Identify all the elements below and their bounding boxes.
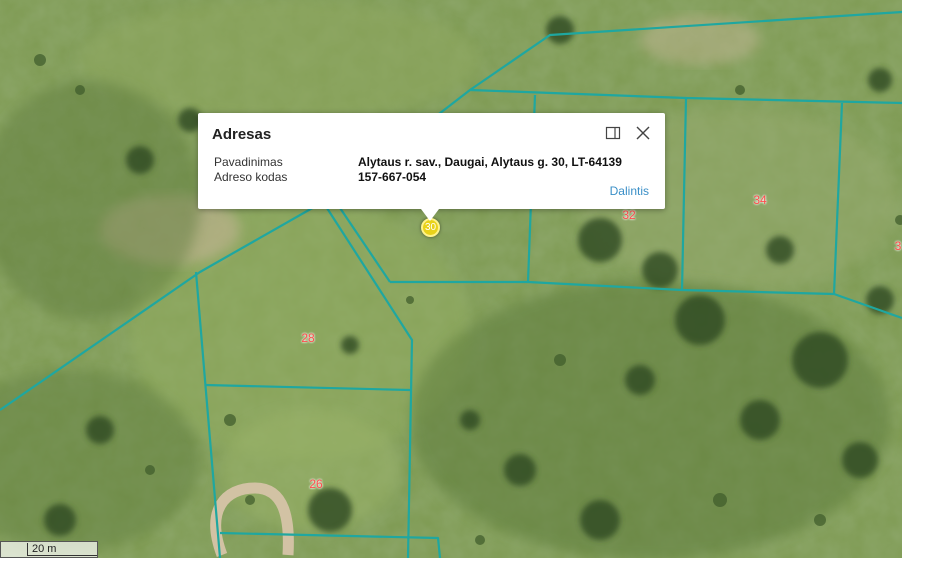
parcel-number: 26: [309, 477, 323, 491]
parcel-number: 3: [894, 239, 902, 253]
parcel-number: 34: [753, 193, 767, 207]
popup-toolbar: [605, 125, 651, 141]
row-value: Alytaus r. sav., Daugai, Alytaus g. 30, …: [358, 155, 622, 169]
scale-bar: 20 m: [0, 541, 98, 558]
map-view[interactable]: 32 34 28 26 3 30 Adresas Pavadinimas Alyt…: [0, 0, 902, 558]
aerial-imagery: [0, 0, 902, 558]
row-value: 157-667-054: [358, 170, 427, 184]
row-label: Adreso kodas: [214, 170, 288, 184]
close-icon[interactable]: [635, 125, 651, 141]
parcel-number: 28: [301, 331, 315, 345]
popup-title: Adresas: [212, 126, 272, 143]
dock-panel-icon[interactable]: [605, 125, 621, 141]
row-label: Pavadinimas: [214, 155, 283, 169]
address-popup: Adresas Pavadinimas Alytaus r. sav., Daug…: [198, 113, 665, 221]
address-marker-label: 30: [424, 222, 437, 233]
popup-row-name: Pavadinimas Alytaus r. sav., Daugai, Alyt…: [214, 155, 622, 169]
scale-bar-label: 20 m: [32, 543, 57, 555]
parcel-number: 32: [622, 208, 636, 222]
share-link[interactable]: Dalintis: [610, 184, 649, 198]
popup-row-address-code: Adreso kodas 157-667-054: [214, 170, 426, 184]
